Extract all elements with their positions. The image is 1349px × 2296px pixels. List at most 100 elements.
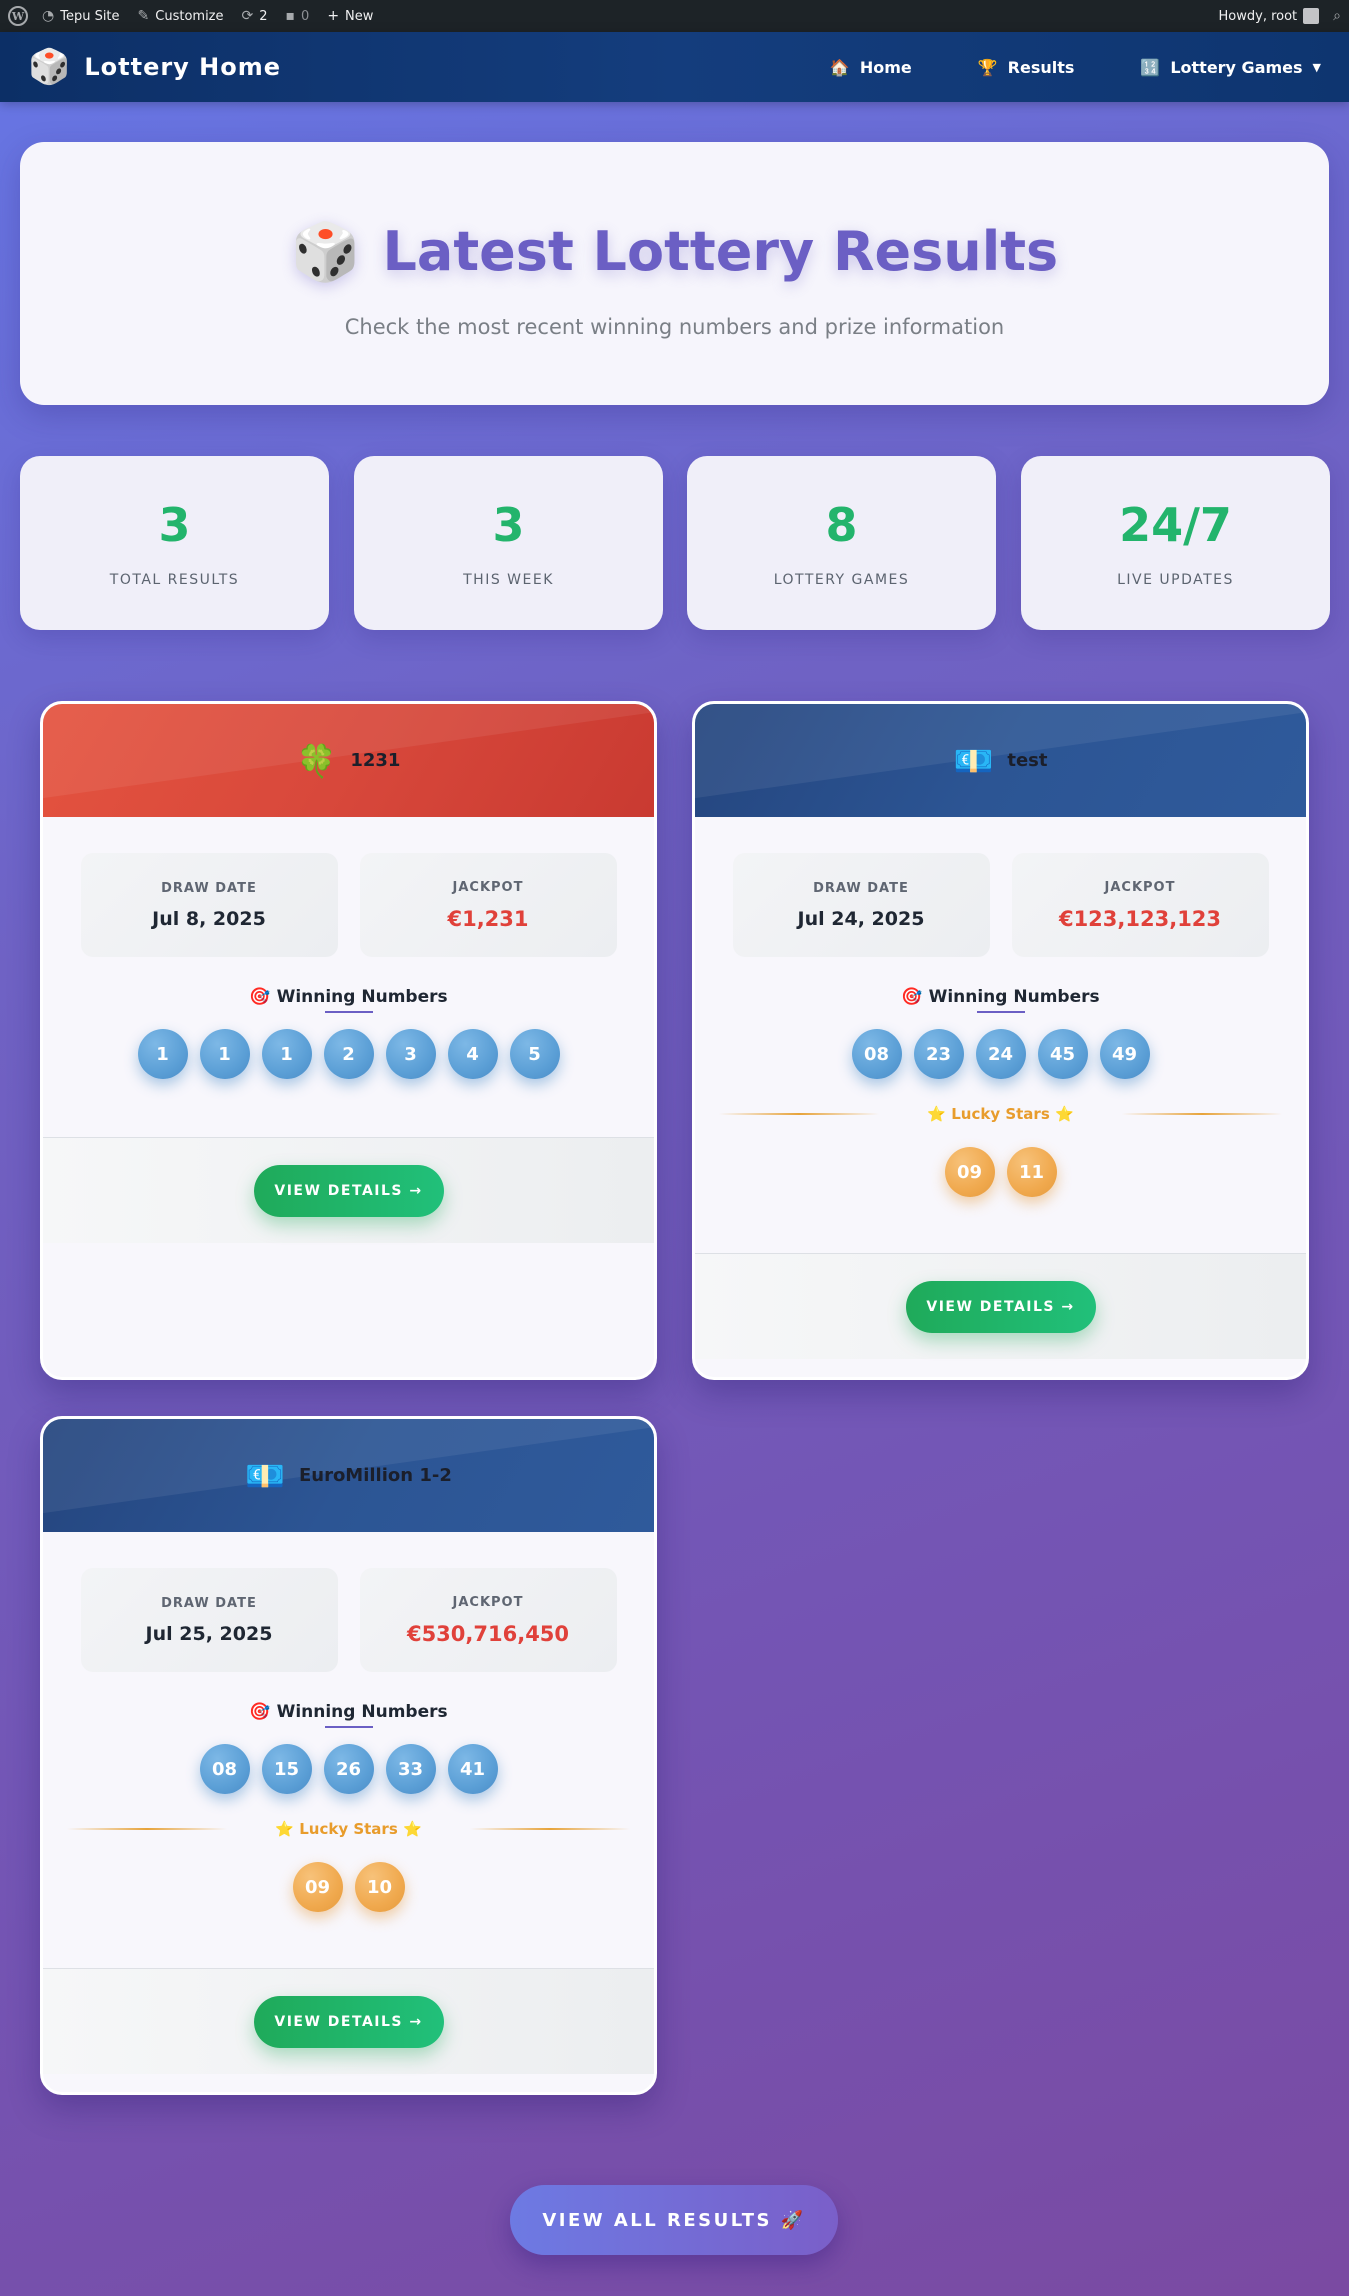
result-card-header: 🍀 1231 xyxy=(43,704,654,817)
stat-value: 3 xyxy=(492,498,525,552)
number-ball: 41 xyxy=(447,1744,498,1794)
stat-label: LOTTERY GAMES xyxy=(773,572,910,588)
jackpot-value: €123,123,123 xyxy=(1058,906,1222,931)
nav-item-results[interactable]: 🏆 Results xyxy=(978,58,1075,77)
jackpot-label: JACKPOT xyxy=(1104,879,1176,895)
lucky-stars: 09 10 xyxy=(43,1862,654,1912)
target-icon: 🎯 xyxy=(249,1702,271,1722)
jackpot-value: €1,231 xyxy=(447,906,529,931)
result-card: 💶 EuroMillion 1-2 DRAW DATE Jul 25, 2025… xyxy=(40,1416,657,2095)
winning-numbers: 08 23 24 45 49 xyxy=(695,1029,1306,1079)
clover-icon: 🍀 xyxy=(296,741,337,780)
result-card-header: 💶 EuroMillion 1-2 xyxy=(43,1419,654,1532)
stat-value: 24/7 xyxy=(1119,498,1232,552)
draw-date-value: Jul 8, 2025 xyxy=(152,907,266,930)
draw-date-label: DRAW DATE xyxy=(161,880,257,896)
nav-item-label: Results xyxy=(1007,57,1075,77)
dice-icon: 🎲 xyxy=(290,219,361,285)
admin-updates[interactable]: ⟳ 2 xyxy=(242,8,268,24)
admin-site-name-label: Tepu Site xyxy=(60,8,120,24)
stat-label: LIVE UPDATES xyxy=(1117,572,1234,588)
jackpot-value: €530,716,450 xyxy=(406,1621,570,1646)
jackpot-label: JACKPOT xyxy=(452,879,524,895)
admin-updates-count: 2 xyxy=(259,8,268,24)
stat-live-updates: 24/7 LIVE UPDATES xyxy=(1021,456,1330,630)
admin-comments[interactable]: ▪ 0 xyxy=(286,8,310,24)
divider-line xyxy=(1121,1113,1282,1115)
lottery-name: 1231 xyxy=(350,750,401,771)
hero-card: 🎲 Latest Lottery Results Check the most … xyxy=(20,142,1329,405)
nav-item-lottery-games[interactable]: 🔢 Lottery Games ▼ xyxy=(1140,58,1321,77)
stat-value: 3 xyxy=(158,498,191,552)
view-details-button[interactable]: VIEW DETAILS → xyxy=(253,1164,444,1217)
winning-numbers-label: Winning Numbers xyxy=(928,987,1100,1007)
number-ball: 5 xyxy=(509,1029,560,1079)
caret-down-icon: ▼ xyxy=(1312,60,1321,74)
number-ball: 08 xyxy=(199,1744,250,1794)
comment-icon: ▪ xyxy=(285,8,296,24)
number-ball: 49 xyxy=(1099,1029,1150,1079)
winning-numbers: 08 15 26 33 41 xyxy=(43,1744,654,1794)
money-icon: 💶 xyxy=(245,1456,285,1495)
number-ball: 4 xyxy=(447,1029,498,1079)
winning-numbers-label: Winning Numbers xyxy=(276,987,448,1007)
updates-icon: ⟳ xyxy=(241,8,254,24)
stat-this-week: 3 THIS WEEK xyxy=(354,456,663,630)
jackpot-box: JACKPOT €123,123,123 xyxy=(1011,853,1269,957)
title-underline xyxy=(324,1011,373,1013)
admin-customize[interactable]: ✎ Customize xyxy=(138,8,224,24)
winning-numbers-title: 🎯 Winning Numbers xyxy=(695,987,1306,1007)
title-underline xyxy=(976,1011,1025,1013)
admin-new-label: New xyxy=(345,8,374,24)
stat-label: THIS WEEK xyxy=(463,572,554,588)
site-brand[interactable]: 🎲 Lottery Home xyxy=(28,47,281,87)
site-title: Lottery Home xyxy=(84,53,282,81)
admin-site-name[interactable]: ◔ Tepu Site xyxy=(42,8,120,24)
divider-line xyxy=(469,1828,630,1830)
page-title: 🎲 Latest Lottery Results xyxy=(291,219,1058,285)
lucky-stars-label: ⭐ Lucky Stars ⭐ xyxy=(275,1820,422,1838)
stat-lottery-games: 8 LOTTERY GAMES xyxy=(687,456,996,630)
admin-comments-count: 0 xyxy=(301,8,310,24)
admin-new[interactable]: + New xyxy=(327,8,373,24)
star-ball: 09 xyxy=(944,1147,995,1197)
number-ball: 3 xyxy=(385,1029,436,1079)
draw-date-value: Jul 24, 2025 xyxy=(797,907,925,930)
search-icon[interactable]: ⌕ xyxy=(1333,8,1341,24)
card-footer: VIEW DETAILS → xyxy=(43,1968,654,2074)
jackpot-label: JACKPOT xyxy=(452,1594,524,1610)
wordpress-icon[interactable]: W xyxy=(8,6,28,26)
title-underline xyxy=(324,1726,373,1728)
view-details-button[interactable]: VIEW DETAILS → xyxy=(253,1995,444,2048)
number-ball: 24 xyxy=(975,1029,1026,1079)
dice-icon: 🎲 xyxy=(28,47,71,87)
number-ball: 08 xyxy=(851,1029,902,1079)
target-icon: 🎯 xyxy=(249,987,271,1007)
view-details-button[interactable]: VIEW DETAILS → xyxy=(905,1280,1096,1333)
number-ball: 33 xyxy=(385,1744,436,1794)
site-header: 🎲 Lottery Home 🏠 Home 🏆 Results 🔢 Lotter… xyxy=(0,32,1349,102)
divider-line xyxy=(719,1113,880,1115)
star-ball: 10 xyxy=(354,1862,405,1912)
plus-icon: + xyxy=(327,8,340,24)
brush-icon: ✎ xyxy=(137,8,150,24)
main-nav: 🏠 Home 🏆 Results 🔢 Lottery Games ▼ xyxy=(764,58,1321,77)
avatar xyxy=(1303,8,1320,24)
jackpot-box: JACKPOT €1,231 xyxy=(359,853,617,957)
winning-numbers-title: 🎯 Winning Numbers xyxy=(43,987,654,1007)
admin-howdy: Howdy, root xyxy=(1218,8,1298,24)
draw-date-value: Jul 25, 2025 xyxy=(145,1622,273,1645)
home-icon: 🏠 xyxy=(829,57,850,77)
admin-account[interactable]: Howdy, root xyxy=(1219,8,1320,24)
lucky-stars-label: ⭐ Lucky Stars ⭐ xyxy=(927,1105,1074,1123)
result-card-header: 💶 test xyxy=(695,704,1306,817)
number-ball: 1 xyxy=(137,1029,188,1079)
number-ball: 23 xyxy=(913,1029,964,1079)
target-icon: 🎯 xyxy=(901,987,923,1007)
view-all-results-button[interactable]: VIEW ALL RESULTS 🚀 xyxy=(510,2185,838,2255)
nav-item-label: Home xyxy=(859,57,912,77)
number-ball: 26 xyxy=(323,1744,374,1794)
card-footer: VIEW DETAILS → xyxy=(695,1253,1306,1359)
stat-label: TOTAL RESULTS xyxy=(109,572,240,588)
nav-item-home[interactable]: 🏠 Home xyxy=(830,58,912,77)
